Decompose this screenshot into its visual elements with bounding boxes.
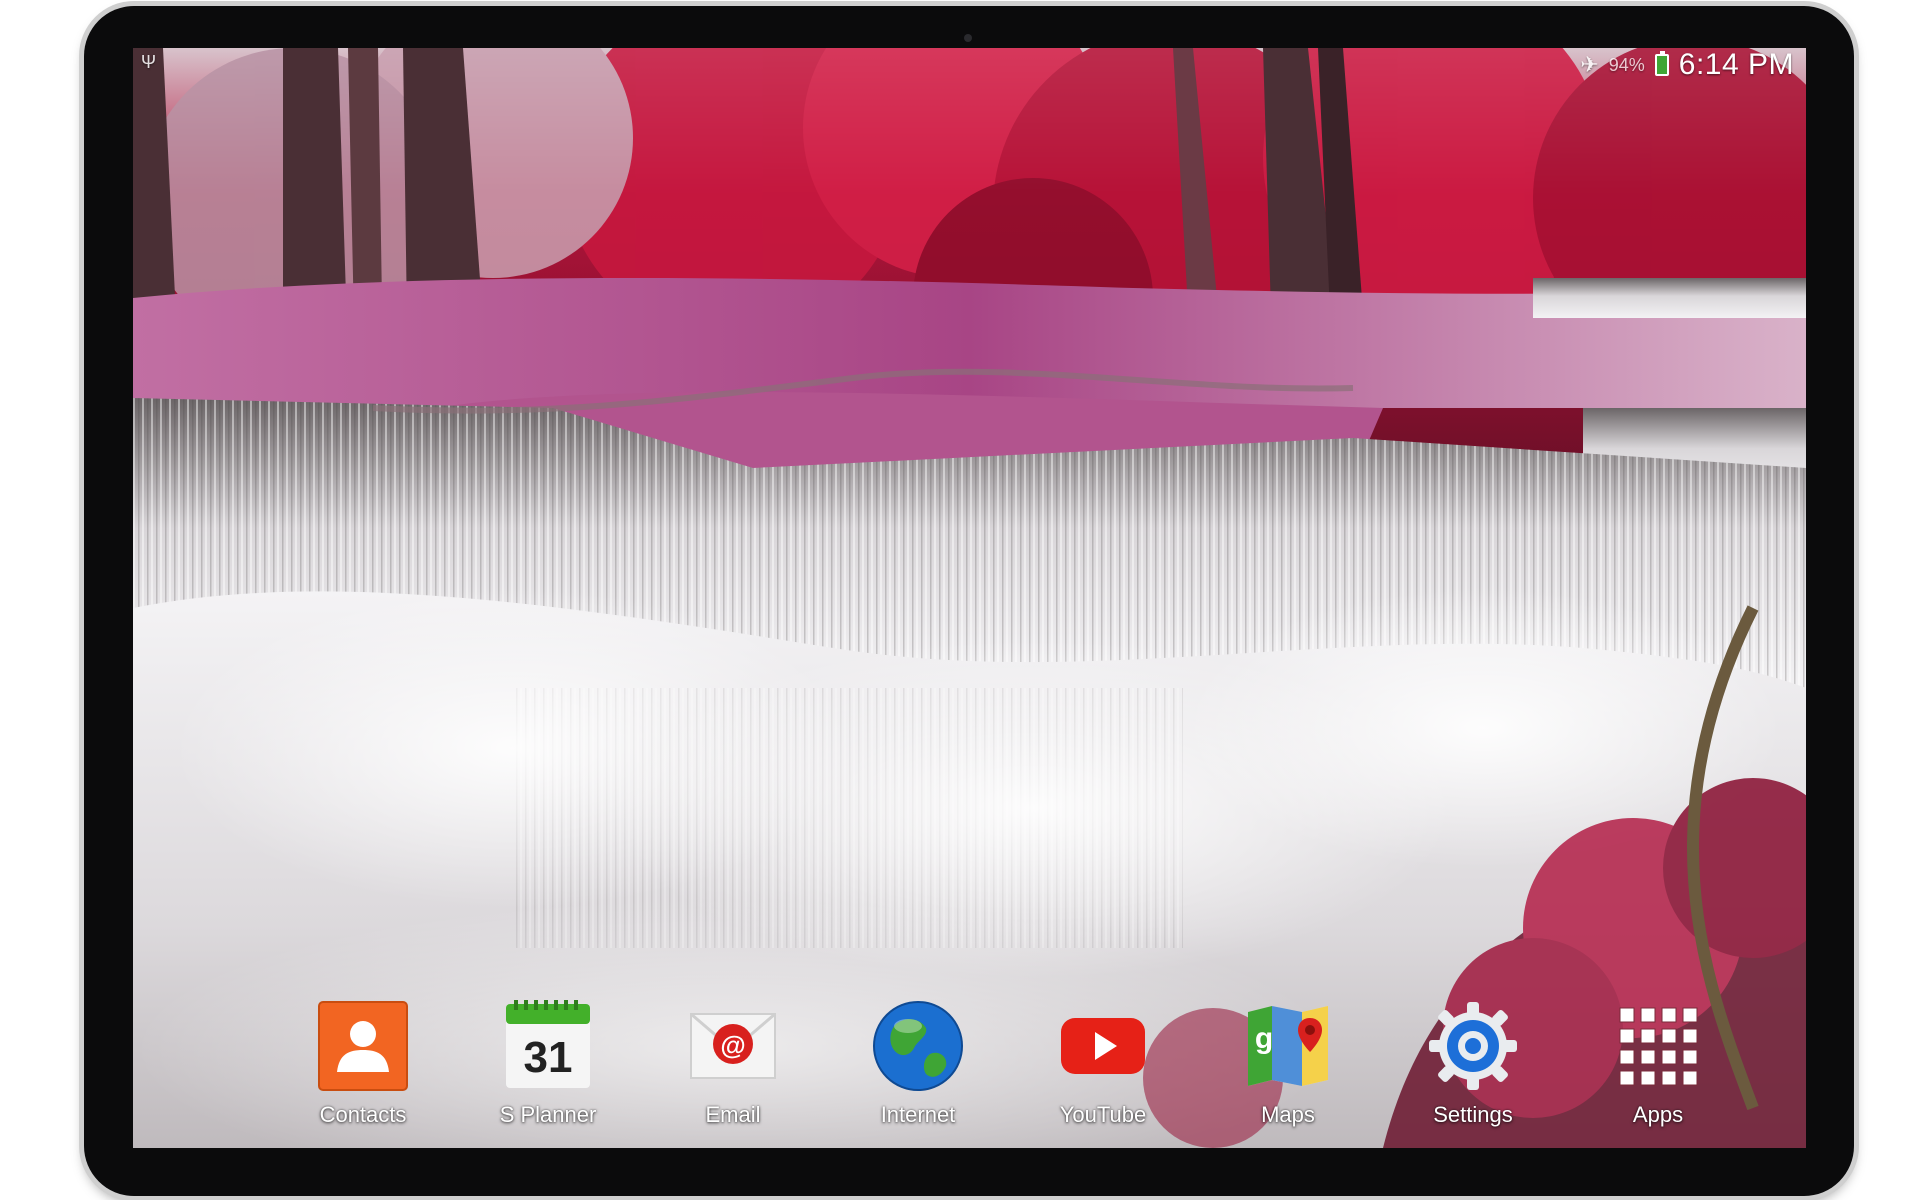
contacts-icon [318,1001,408,1091]
app-label: Contacts [319,1102,407,1127]
app-label: Apps [1632,1102,1684,1127]
status-indicators: ✈ 94% 6:14 PM [1580,48,1794,82]
app-youtube[interactable]: YouTube [1028,998,1178,1138]
app-label: Email [705,1102,761,1127]
email-icon: @ [690,1012,776,1079]
app-settings[interactable]: Settings [1398,998,1548,1138]
app-s-planner[interactable]: 31 S Planner [473,998,623,1138]
home-screen[interactable]: Ψ ✈ 94% 6:14 PM Contacts 31 S Planner @ … [133,48,1806,1148]
app-contacts[interactable]: Contacts [288,998,438,1138]
app-label: Internet [880,1102,956,1127]
front-camera [964,34,972,42]
app-dock: Contacts 31 S Planner @ Email Internet Y… [223,998,1763,1138]
app-label: YouTube [1059,1102,1147,1127]
clock: 6:14 PM [1678,48,1794,81]
app-label: S Planner [499,1102,597,1127]
calendar-icon: 31 [506,1000,590,1088]
svg-text:@: @ [720,1030,745,1060]
globe-icon [873,1001,963,1091]
app-label: Settings [1433,1102,1513,1127]
status-bar: Ψ ✈ 94% 6:14 PM [133,48,1806,82]
usb-icon: Ψ [141,52,157,72]
battery-icon [1654,51,1669,76]
waterfall-wallpaper [133,48,1806,1148]
app-email[interactable]: @ Email [658,998,808,1138]
calendar-date: 31 [524,1033,573,1082]
maps-icon: g [1248,1006,1328,1086]
apps-grid-icon [1619,1007,1698,1086]
youtube-icon [1061,1018,1145,1074]
app-internet[interactable]: Internet [843,998,993,1138]
app-maps[interactable]: g Maps [1213,998,1363,1138]
app-label: Maps [1261,1102,1315,1127]
battery-percent: 94% [1608,54,1645,75]
tablet-device: Ψ ✈ 94% 6:14 PM Contacts 31 S Planner @ … [84,6,1854,1196]
svg-text:g: g [1255,1022,1273,1055]
airplane-mode-icon: ✈ [1580,52,1599,77]
settings-icon [1429,1002,1517,1090]
app-drawer[interactable]: Apps [1583,998,1733,1138]
